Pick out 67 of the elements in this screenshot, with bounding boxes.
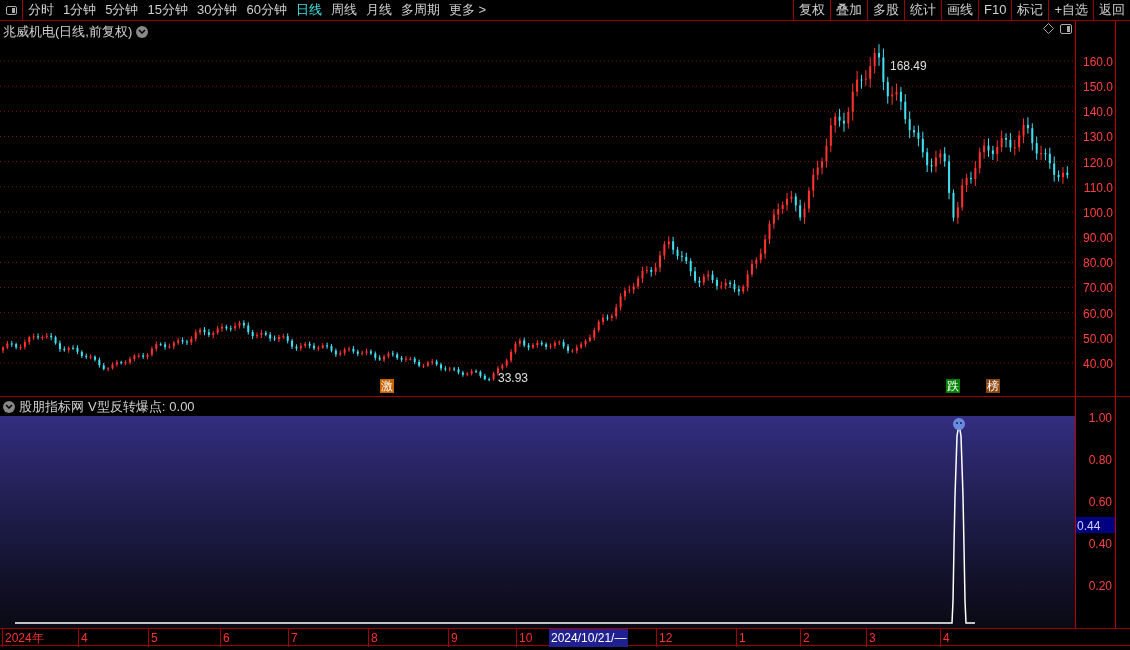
indicator-axis-label: 0.80 bbox=[1088, 452, 1112, 469]
indicator-source: 股朋指标网 bbox=[19, 397, 84, 416]
date-axis-label: 2 bbox=[800, 629, 810, 647]
signal-marker-icon bbox=[953, 418, 965, 430]
date-axis-label: 2024年 bbox=[2, 629, 44, 647]
price-axis-label: 150.0 bbox=[1082, 79, 1113, 97]
price-axis-label: 160.0 bbox=[1082, 53, 1113, 71]
signal-tag: 榜 bbox=[986, 379, 1000, 393]
date-axis-label: 4 bbox=[940, 629, 950, 647]
chart-title: 兆威机电(日线,前复权) bbox=[3, 23, 133, 41]
price-axis-label: 60.00 bbox=[1082, 305, 1113, 323]
toolbar-button[interactable]: 多股 bbox=[867, 0, 904, 20]
price-axis-label: 90.00 bbox=[1082, 230, 1113, 248]
price-axis-label: 130.0 bbox=[1082, 129, 1113, 147]
price-axis-label: 50.00 bbox=[1082, 330, 1113, 348]
toolbar-button[interactable]: +自选 bbox=[1048, 0, 1093, 20]
toolbar-button[interactable]: 标记 bbox=[1011, 0, 1049, 20]
period-tab[interactable]: 更多 > bbox=[448, 0, 487, 20]
toolbar-button[interactable]: 返回 bbox=[1093, 0, 1130, 20]
diamond-icon[interactable] bbox=[1043, 23, 1054, 34]
high-price-label: 168.49 bbox=[890, 59, 927, 73]
period-tab[interactable]: 30分钟 bbox=[196, 0, 238, 20]
date-axis-label: 6 bbox=[220, 629, 230, 647]
date-axis-label: 7 bbox=[288, 629, 298, 647]
toolbar-button[interactable]: 复权 bbox=[793, 0, 830, 20]
toolbar-button[interactable]: 统计 bbox=[904, 0, 941, 20]
period-tab[interactable]: 多周期 bbox=[400, 0, 440, 20]
signal-tag: 激 bbox=[380, 379, 394, 393]
date-axis-label: 1 bbox=[736, 629, 746, 647]
date-axis-label: 12 bbox=[656, 629, 673, 647]
current-value-badge: 0.44 bbox=[1076, 517, 1115, 533]
date-axis-label: 8 bbox=[368, 629, 378, 647]
indicator-axis-label: 1.00 bbox=[1088, 410, 1112, 427]
period-tab[interactable]: 60分钟 bbox=[246, 0, 287, 20]
date-axis-label: 10 bbox=[516, 629, 533, 647]
date-axis-label: 2024/10/21/— bbox=[549, 629, 629, 647]
period-tab[interactable]: 1分钟 bbox=[63, 0, 97, 20]
date-axis-label: 9 bbox=[448, 629, 458, 647]
price-axis-label: 140.0 bbox=[1082, 104, 1113, 122]
price-axis-label: 40.00 bbox=[1082, 356, 1113, 373]
panel-toggle-icon[interactable] bbox=[1060, 23, 1072, 34]
price-axis-label: 80.00 bbox=[1082, 255, 1113, 273]
indicator-axis-label: 0.40 bbox=[1088, 536, 1112, 553]
date-axis-label: 5 bbox=[148, 629, 158, 647]
price-axis-label: 100.0 bbox=[1082, 204, 1113, 222]
indicator-value: 0.00 bbox=[169, 397, 195, 416]
period-tab[interactable]: 日线 bbox=[295, 0, 322, 20]
signal-tag: 跌 bbox=[946, 379, 960, 393]
indicator-axis-label: 0.60 bbox=[1088, 494, 1112, 511]
price-axis-label: 120.0 bbox=[1082, 154, 1113, 172]
date-axis-label: 3 bbox=[866, 629, 876, 647]
period-tab[interactable]: 分时 bbox=[28, 0, 54, 20]
price-axis-label: 110.0 bbox=[1083, 179, 1113, 197]
toolbar-button[interactable]: F10 bbox=[978, 0, 1012, 20]
toolbar-button[interactable]: 画线 bbox=[941, 0, 978, 20]
low-price-label: 33.93 bbox=[498, 371, 529, 385]
date-axis-label: 4 bbox=[78, 629, 88, 647]
indicator-name: V型反转爆点: bbox=[88, 397, 166, 416]
period-tab[interactable]: 5分钟 bbox=[105, 0, 139, 20]
dropdown-icon[interactable] bbox=[3, 400, 15, 413]
period-tab[interactable]: 月线 bbox=[365, 0, 392, 20]
period-tab[interactable]: 15分钟 bbox=[147, 0, 188, 20]
dropdown-icon[interactable] bbox=[136, 25, 149, 38]
price-axis-label: 70.00 bbox=[1082, 280, 1113, 298]
period-tab[interactable]: 周线 bbox=[330, 0, 357, 20]
toolbar-button[interactable]: 叠加 bbox=[830, 0, 867, 20]
indicator-axis-label: 0.20 bbox=[1088, 578, 1112, 595]
